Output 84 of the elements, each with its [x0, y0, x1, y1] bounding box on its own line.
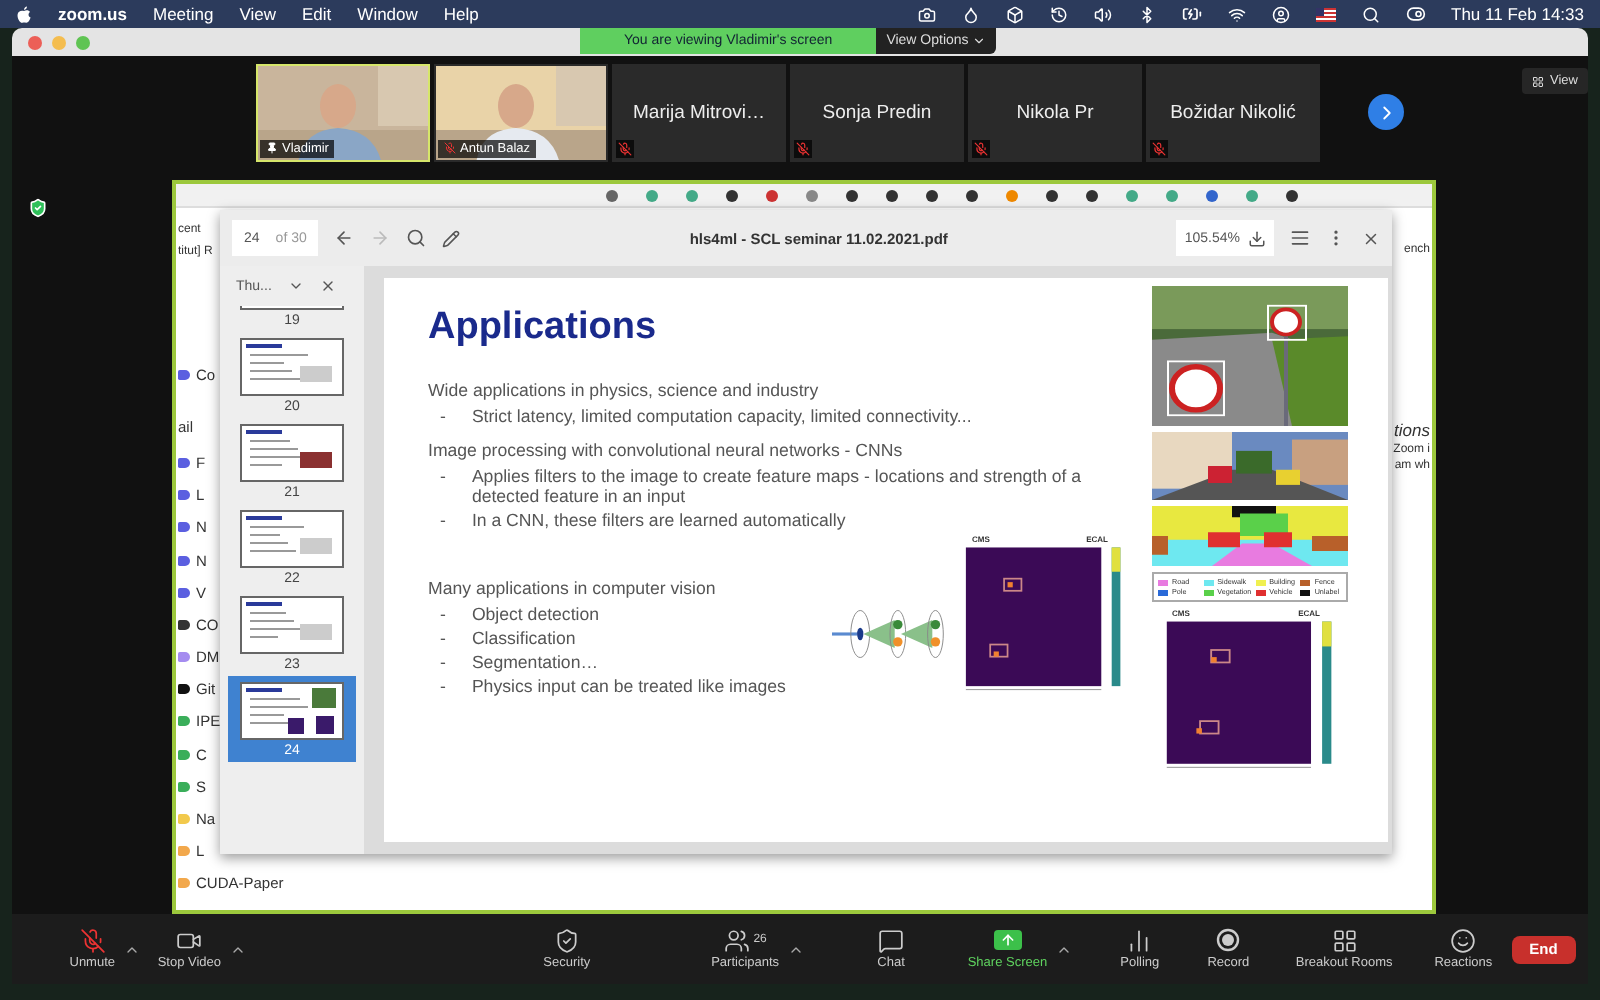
bookmark-icon[interactable]	[726, 189, 738, 201]
control-center-icon[interactable]	[1405, 4, 1426, 24]
muted-mic-icon	[79, 927, 106, 953]
close-window-button[interactable]	[28, 35, 42, 49]
close-icon[interactable]	[1362, 229, 1380, 247]
bookmark-icon[interactable]	[1286, 189, 1298, 201]
participant-tile[interactable]: Sonja Predin	[790, 63, 964, 161]
people-icon	[723, 927, 750, 953]
chevron-icon[interactable]	[287, 278, 304, 294]
slide-thumbnail	[240, 510, 344, 568]
network-diagram-drawing	[832, 604, 948, 664]
menu-item[interactable]: Edit	[302, 4, 332, 24]
slide-text: Wide applications in physics, science and industry	[428, 380, 821, 400]
bar-chart-icon	[1126, 927, 1153, 953]
app-menu[interactable]: zoom.us	[58, 4, 127, 24]
flag-icon[interactable]	[1315, 7, 1336, 21]
bluetooth-icon[interactable]	[1137, 5, 1156, 23]
grid-icon	[1331, 927, 1358, 953]
shield-icon	[553, 927, 580, 953]
download-icon	[1248, 229, 1266, 247]
volume-icon[interactable]	[1093, 5, 1112, 23]
box-icon[interactable]	[1005, 5, 1024, 23]
clock-icon[interactable]	[1049, 5, 1068, 23]
bullet-text: Classification	[471, 628, 578, 648]
menu-item[interactable]: View	[239, 4, 277, 24]
bookmark-icon[interactable]	[1206, 189, 1218, 201]
page-text: tions	[1394, 420, 1432, 440]
next-page-button[interactable]	[1368, 94, 1404, 130]
grid-icon	[1532, 75, 1545, 87]
participant-tile[interactable]: Božidar Nikolić	[1146, 63, 1320, 161]
bullet-text: In a CNN, these filters are learned automatically	[471, 510, 848, 530]
shield-icon	[28, 198, 48, 218]
participant-name: Božidar Nikolić	[1170, 101, 1296, 123]
bullet-text: Segmentation…	[471, 652, 601, 672]
bullet-marker: -	[440, 466, 446, 490]
bookmark-icon[interactable]	[966, 189, 978, 201]
chat-bubble-icon	[878, 927, 905, 953]
apple-logo-icon[interactable]	[16, 5, 32, 23]
close-icon[interactable]	[319, 278, 336, 294]
menu-item[interactable]: Meeting	[152, 4, 214, 24]
slide-thumbnail	[240, 338, 344, 396]
smiley-icon	[1450, 927, 1477, 953]
bullet-marker: -	[440, 510, 446, 530]
pencil-icon[interactable]	[442, 229, 461, 247]
record-icon	[1216, 928, 1241, 952]
participant-tile[interactable]: Marija Mitrovi…	[612, 63, 786, 161]
slide-thumbnail	[240, 596, 344, 654]
bullet-marker: -	[440, 652, 446, 672]
bookmark-icon[interactable]	[606, 189, 618, 201]
bookmark-icon[interactable]	[926, 189, 938, 201]
user-icon[interactable]	[1271, 5, 1290, 23]
back-arrow-icon[interactable]	[334, 228, 355, 248]
search-icon[interactable]	[406, 228, 427, 248]
menu-item[interactable]: Help	[443, 4, 479, 24]
bullet-text: Applies filters to the image to create feature maps - locations and strength of a detected feature in an input	[471, 466, 1084, 506]
bullet-marker: -	[440, 604, 446, 624]
bookmark-icon[interactable]	[1086, 189, 1098, 201]
bullet-text: Object detection	[471, 604, 602, 624]
bookmark-icon[interactable]	[1046, 189, 1058, 201]
participant-tile[interactable]: Nikola Pr	[968, 63, 1142, 161]
bullet-marker: -	[440, 628, 446, 648]
slide-thumbnail	[240, 424, 344, 482]
participant-name: Marija Mitrovi…	[633, 101, 765, 123]
bullet-text: Strict latency, limited computation capacity, limited connectivity...	[471, 406, 974, 426]
battery-icon[interactable]	[1181, 4, 1202, 24]
share-screen-icon	[993, 930, 1022, 950]
bullet-text: Physics input can be treated like images	[471, 676, 788, 696]
clock[interactable]: Thu 11 Feb 14:33	[1451, 4, 1584, 24]
menu-item[interactable]: Window	[357, 4, 418, 24]
list-icon[interactable]	[1290, 228, 1310, 248]
participant-name: Sonja Predin	[822, 101, 932, 123]
slide-thumbnail	[240, 682, 344, 740]
slide-title: Applications	[428, 306, 659, 350]
slide-text: Image processing with convolutional neural networks - CNNs	[428, 440, 905, 460]
slide-text: Many applications in computer vision	[428, 578, 718, 598]
bookmark-icon[interactable]	[846, 189, 858, 201]
chevron-icon	[972, 34, 987, 48]
bullet-marker: -	[440, 406, 446, 426]
bookmark-icon[interactable]	[886, 189, 898, 201]
bullet-marker: -	[440, 676, 446, 696]
drop-icon[interactable]	[961, 5, 980, 23]
camera-icon[interactable]	[917, 5, 936, 23]
participant-name: Nikola Pr	[1016, 101, 1094, 123]
wifi-icon[interactable]	[1227, 5, 1246, 23]
